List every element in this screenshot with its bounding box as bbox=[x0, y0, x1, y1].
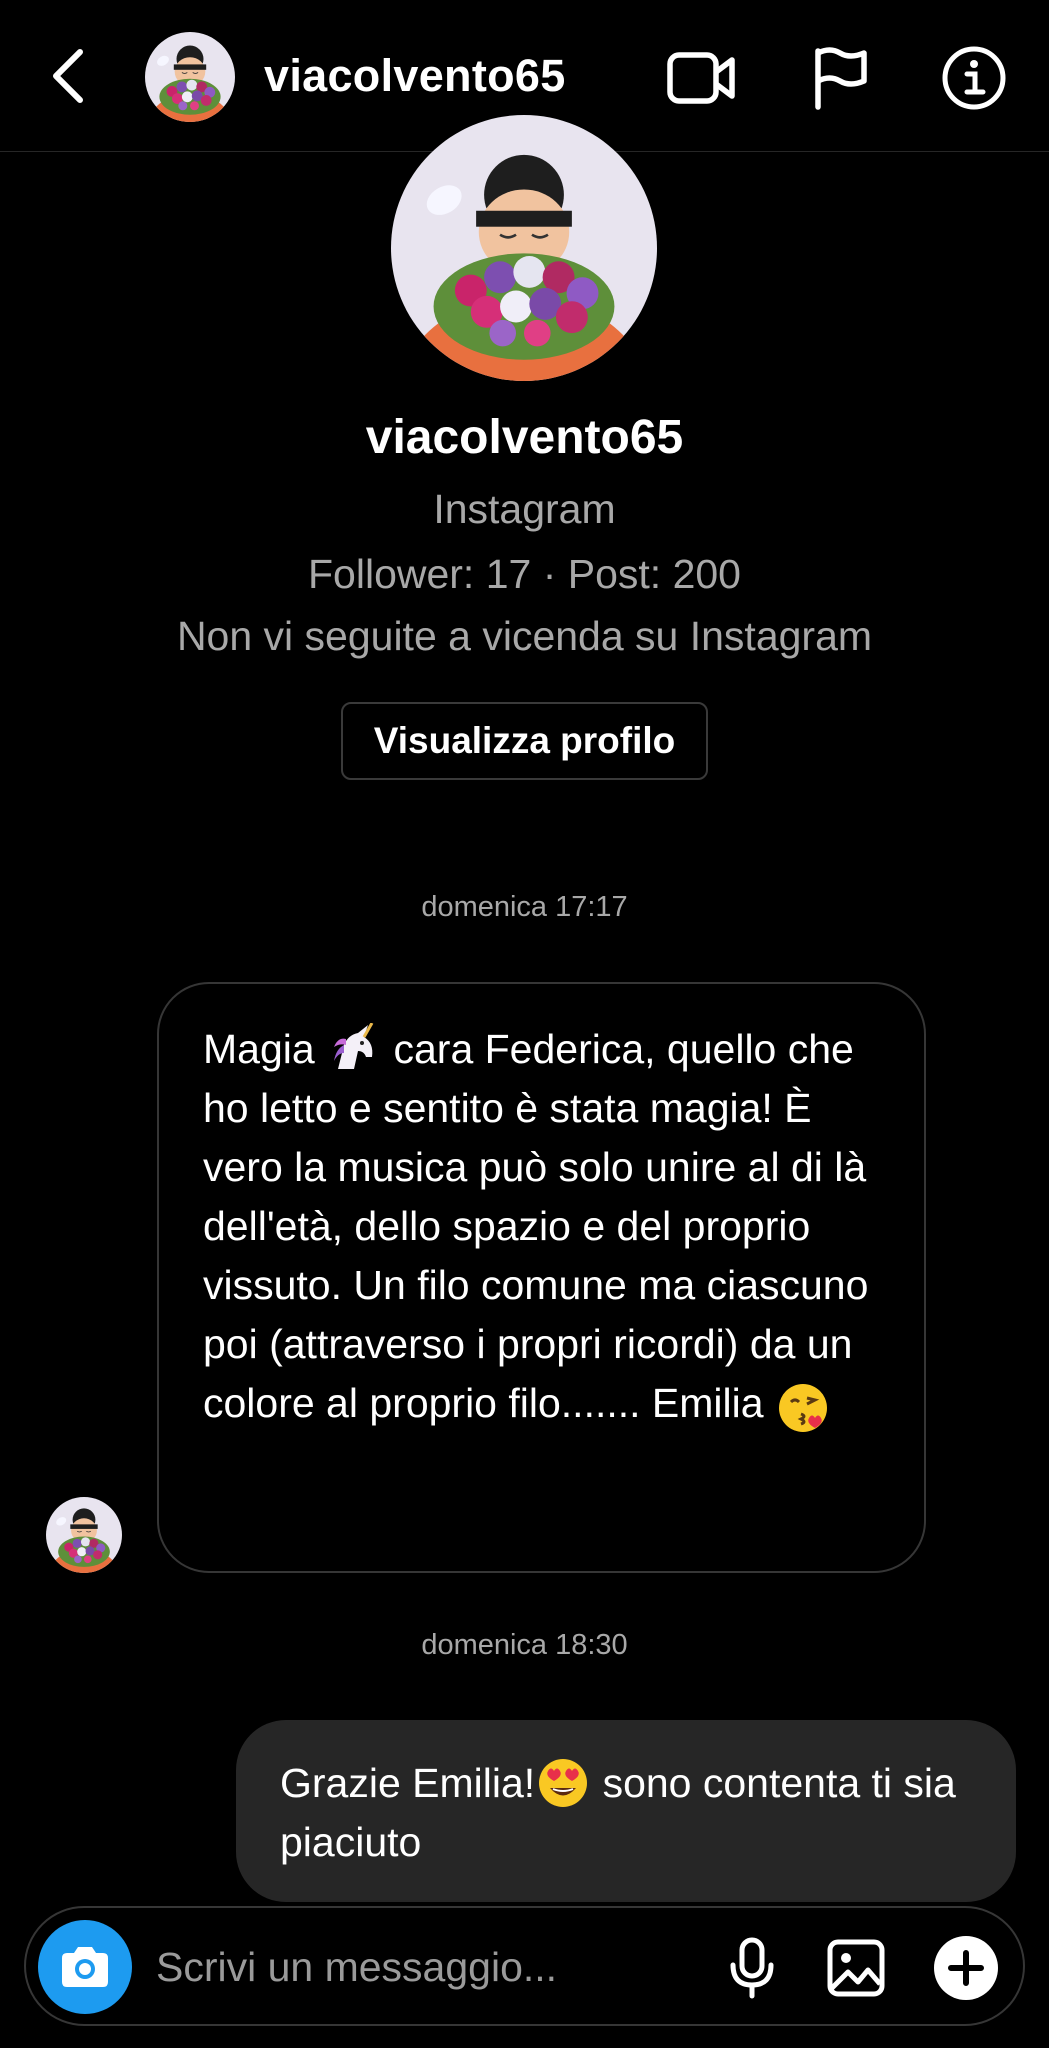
info-icon bbox=[942, 46, 1006, 110]
message-composer bbox=[24, 1906, 1025, 2026]
unicorn-emoji bbox=[334, 1023, 374, 1070]
gallery-button[interactable] bbox=[816, 1928, 896, 2008]
video-camera-icon bbox=[667, 52, 735, 104]
timestamp: domenica 18:30 bbox=[421, 1629, 628, 1661]
video-call-button[interactable] bbox=[664, 40, 740, 116]
plus-circle-icon bbox=[934, 1936, 998, 2000]
profile-username: viacolvento65 bbox=[365, 411, 684, 464]
microphone-icon bbox=[730, 1937, 774, 1999]
header-username[interactable]: viacolvento65 bbox=[264, 50, 566, 102]
outgoing-message[interactable]: Grazie Emilia! sono contenta ti sia piac… bbox=[236, 1720, 1016, 1902]
view-profile-button[interactable]: Visualizza profilo bbox=[341, 702, 708, 780]
image-icon bbox=[827, 1939, 885, 1997]
message-input[interactable] bbox=[156, 1932, 576, 2002]
profile-stats: Follower: 17 · Post: 200 bbox=[308, 551, 741, 597]
sender-avatar[interactable] bbox=[46, 1497, 122, 1573]
profile-avatar[interactable] bbox=[391, 115, 657, 381]
voice-message-button[interactable] bbox=[712, 1928, 792, 2008]
report-button[interactable] bbox=[802, 40, 878, 116]
chevron-left-icon bbox=[53, 49, 83, 103]
timestamp: domenica 17:17 bbox=[421, 891, 628, 923]
heart-eyes-emoji bbox=[539, 1759, 588, 1808]
flag-icon bbox=[815, 47, 867, 110]
message-text: Magia bbox=[203, 1026, 315, 1072]
info-button[interactable] bbox=[936, 40, 1012, 116]
camera-button[interactable] bbox=[38, 1920, 132, 2014]
message-text: Grazie Emilia! bbox=[280, 1760, 536, 1806]
kissing-face-emoji bbox=[778, 1384, 827, 1433]
back-button[interactable] bbox=[40, 38, 96, 114]
profile-platform: Instagram bbox=[433, 486, 616, 532]
add-button[interactable] bbox=[926, 1928, 1006, 2008]
incoming-message[interactable]: Magia cara Federica, quello che ho letto… bbox=[157, 982, 926, 1573]
header-avatar[interactable] bbox=[145, 32, 235, 122]
camera-icon bbox=[62, 1947, 108, 1987]
profile-relationship: Non vi seguite a vicenda su Instagram bbox=[176, 613, 873, 659]
message-text: cara Federica, quello che ho letto e sen… bbox=[203, 1026, 869, 1426]
